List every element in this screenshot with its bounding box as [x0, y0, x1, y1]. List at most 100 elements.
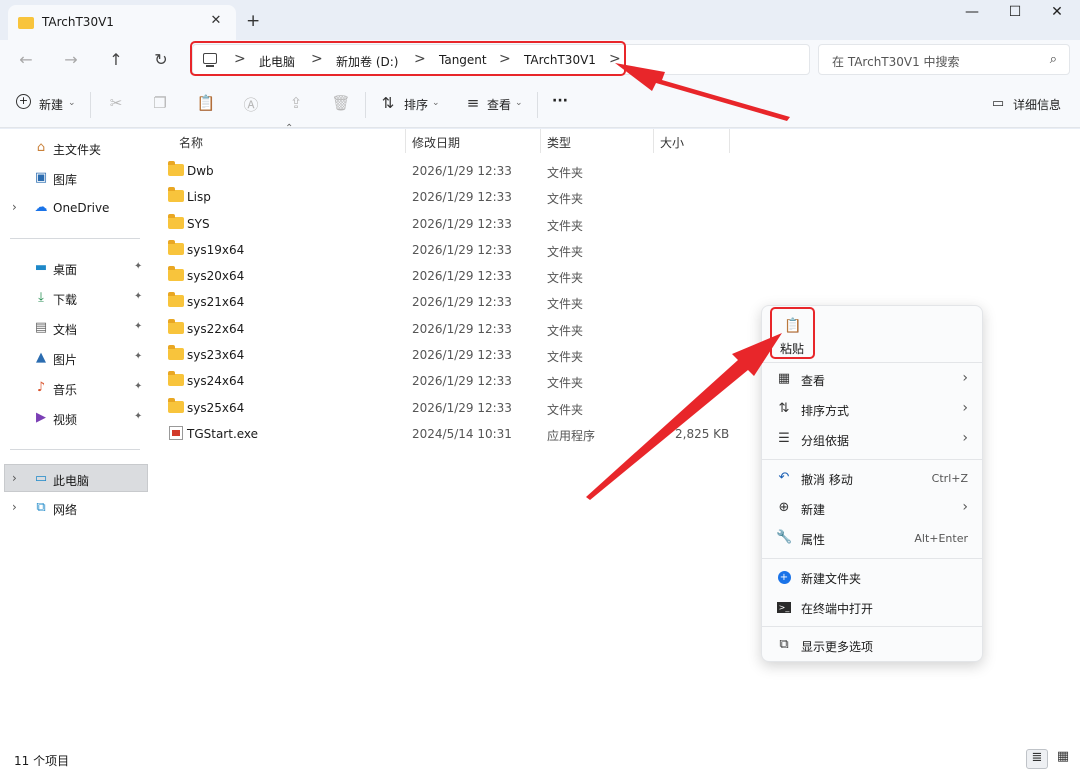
column-header-name[interactable]: 名称: [179, 134, 203, 158]
video-icon: ▶: [36, 410, 46, 425]
sidebar-item-label: 视频: [53, 413, 78, 427]
list-item[interactable]: sys19x64 2026/1/29 12:33 文件夹: [160, 236, 750, 262]
menu-item-sort-by[interactable]: ⇅ 排序方式 ›: [766, 395, 978, 423]
close-window-button[interactable]: ✕: [1042, 4, 1072, 26]
file-name: Lisp: [187, 190, 211, 204]
file-type: 文件夹: [547, 271, 584, 285]
list-item[interactable]: sys24x64 2026/1/29 12:33 文件夹: [160, 367, 750, 393]
new-dropdown-chevron-icon[interactable]: ⌄: [68, 98, 76, 108]
details-view-icon[interactable]: ≣: [1026, 749, 1048, 769]
list-item[interactable]: TGStart.exe 2024/5/14 10:31 应用程序 2,825 K…: [160, 420, 750, 446]
share-icon[interactable]: ⇪: [286, 94, 306, 112]
chevron-right-icon[interactable]: ›: [12, 200, 17, 214]
file-type: 文件夹: [547, 376, 584, 390]
close-tab-icon[interactable]: ✕: [208, 13, 224, 28]
list-item[interactable]: sys23x64 2026/1/29 12:33 文件夹: [160, 341, 750, 367]
file-type: 文件夹: [547, 166, 584, 180]
chevron-right-icon: ›: [962, 400, 968, 416]
sidebar-item-downloads[interactable]: ⤓ 下载 ✦: [0, 284, 148, 312]
folder-icon: [168, 371, 184, 386]
sidebar-item-videos[interactable]: ▶ 视频 ✦: [0, 404, 148, 432]
file-name: Dwb: [187, 164, 214, 178]
back-button[interactable]: ←: [15, 50, 37, 72]
download-icon: ⤓: [38, 290, 44, 305]
menu-item-view[interactable]: ▦ 查看 ›: [766, 365, 978, 393]
list-item[interactable]: sys22x64 2026/1/29 12:33 文件夹: [160, 315, 750, 341]
computer-icon: ▭: [34, 471, 48, 486]
column-header-size[interactable]: 大小: [660, 134, 684, 158]
menu-item-show-more-options[interactable]: ⧉ 显示更多选项: [766, 631, 978, 659]
file-type: 文件夹: [547, 324, 584, 338]
menu-item-properties[interactable]: 🔧 属性 Alt+Enter: [766, 524, 978, 552]
copy-icon[interactable]: ❐: [150, 94, 170, 112]
refresh-button[interactable]: ↻: [150, 50, 172, 72]
list-item[interactable]: Lisp 2026/1/29 12:33 文件夹: [160, 183, 750, 209]
sidebar-item-desktop[interactable]: ▬ 桌面 ✦: [0, 254, 148, 282]
menu-item-new-folder[interactable]: + 新建文件夹: [766, 563, 978, 591]
paste-icon[interactable]: 📋: [196, 94, 216, 112]
folder-icon: [168, 292, 184, 307]
pin-icon: ✦: [134, 381, 143, 392]
menu-item-label: 新建文件夹: [801, 572, 862, 586]
menu-item-group-by[interactable]: ☰ 分组依据 ›: [766, 425, 978, 453]
chevron-right-icon[interactable]: ›: [12, 500, 17, 514]
menu-item-new[interactable]: ⊕ 新建 ›: [766, 494, 978, 522]
sidebar-item-documents[interactable]: ▤ 文档 ✦: [0, 314, 148, 342]
list-item[interactable]: sys20x64 2026/1/29 12:33 文件夹: [160, 262, 750, 288]
maximize-button[interactable]: ☐: [1000, 4, 1030, 26]
sidebar-item-music[interactable]: ♪ 音乐 ✦: [0, 374, 148, 402]
chevron-right-icon: ›: [962, 430, 968, 446]
sort-button[interactable]: 排序: [404, 96, 428, 113]
view-button[interactable]: 查看: [487, 96, 511, 113]
new-tab-button[interactable]: +: [246, 11, 260, 31]
sidebar-item-gallery[interactable]: ▣ 图库: [0, 164, 148, 192]
chevron-right-icon: ›: [962, 370, 968, 386]
list-item[interactable]: sys25x64 2026/1/29 12:33 文件夹: [160, 394, 750, 420]
menu-item-label: 分组依据: [801, 434, 850, 448]
sidebar-item-home[interactable]: ⌂ 主文件夹: [0, 134, 148, 162]
rename-icon[interactable]: Ⓐ: [241, 94, 261, 115]
column-header-type[interactable]: 类型: [547, 134, 571, 158]
pin-icon: ✦: [134, 261, 143, 272]
file-name: sys24x64: [187, 374, 245, 388]
list-item[interactable]: SYS 2026/1/29 12:33 文件夹: [160, 210, 750, 236]
sidebar-item-pictures[interactable]: ▲ 图片 ✦: [0, 344, 148, 372]
chevron-right-icon[interactable]: ›: [12, 471, 17, 485]
delete-icon[interactable]: 🗑: [331, 94, 351, 112]
new-button[interactable]: 新建: [39, 96, 63, 113]
sidebar-item-this-pc[interactable]: › ▭ 此电脑: [4, 464, 148, 492]
sidebar-item-label: 图片: [53, 353, 78, 367]
column-separator: [540, 129, 541, 153]
sidebar-item-network[interactable]: › ⧉ 网络: [0, 494, 148, 522]
sidebar-divider: [10, 238, 140, 239]
menu-item-open-in-terminal[interactable]: >_ 在终端中打开: [766, 593, 978, 621]
cut-icon[interactable]: ✂: [106, 94, 126, 112]
plus-circle-icon: +: [16, 94, 31, 109]
search-box[interactable]: 在 TArchT30V1 中搜索 ⌕: [818, 44, 1070, 75]
column-header-date[interactable]: 修改日期: [412, 134, 460, 158]
command-bar: + 新建 ⌄ ✂ ❐ 📋 Ⓐ ⇪ 🗑 ⇅ 排序 ⌄ ≡ 查看 ⌄ ··· ▭ 详…: [0, 82, 1080, 128]
music-icon: ♪: [36, 380, 46, 395]
menu-item-undo-move[interactable]: ↶ 撤消 移动 Ctrl+Z: [766, 464, 978, 492]
minimize-button[interactable]: —: [957, 4, 987, 26]
sidebar-item-onedrive[interactable]: › ☁ OneDrive: [0, 194, 148, 222]
up-button[interactable]: ↑: [105, 50, 127, 72]
menu-item-label: 在终端中打开: [801, 602, 874, 616]
view-lines-icon: ≡: [466, 94, 480, 112]
menu-item-label: 查看: [801, 374, 826, 388]
more-button[interactable]: ···: [552, 93, 568, 109]
menu-divider: [762, 459, 982, 460]
file-date: 2026/1/29 12:33: [412, 295, 512, 309]
undo-icon: ↶: [778, 470, 790, 485]
search-input[interactable]: 在 TArchT30V1 中搜索: [832, 53, 960, 70]
file-size: 2,825 KB: [675, 427, 730, 441]
list-item[interactable]: Dwb 2026/1/29 12:33 文件夹: [160, 157, 750, 183]
forward-button[interactable]: →: [60, 50, 82, 72]
list-item[interactable]: sys21x64 2026/1/29 12:33 文件夹: [160, 288, 750, 314]
file-date: 2026/1/29 12:33: [412, 164, 512, 178]
details-button[interactable]: 详细信息: [1013, 96, 1061, 113]
tab-tarcht30v1[interactable]: TArchT30V1 ✕: [8, 5, 236, 40]
file-date: 2024/5/14 10:31: [412, 427, 512, 441]
folder-icon: [168, 398, 184, 413]
tiles-view-icon[interactable]: ▦: [1052, 749, 1074, 769]
